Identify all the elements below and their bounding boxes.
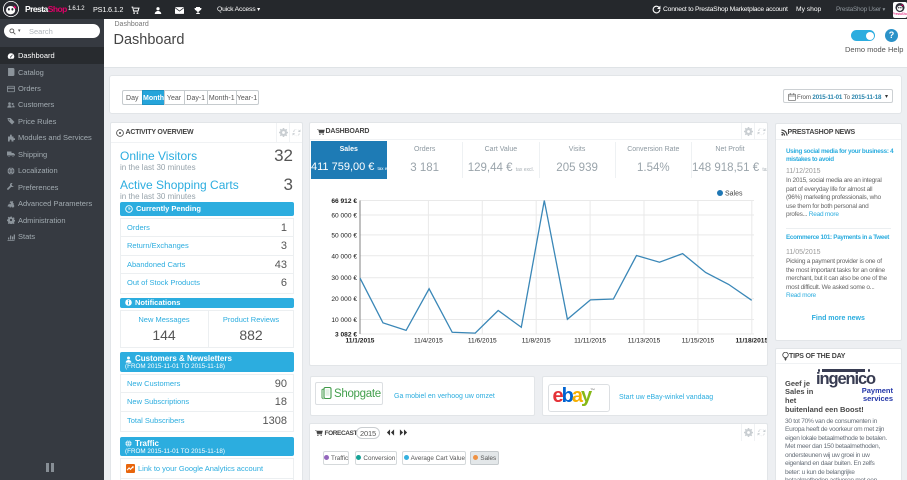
svg-text:11/8/2015: 11/8/2015	[522, 338, 551, 345]
svg-text:11/15/2015: 11/15/2015	[682, 338, 715, 345]
svg-text:11/1/2015: 11/1/2015	[346, 338, 375, 345]
svg-text:11/13/2015: 11/13/2015	[628, 338, 661, 345]
svg-text:60 000 €: 60 000 €	[331, 213, 357, 220]
svg-text:Sales: Sales	[725, 191, 743, 198]
svg-text:20 000 €: 20 000 €	[331, 296, 357, 303]
svg-text:11/11/2015: 11/11/2015	[574, 338, 606, 345]
svg-text:11/18/2015: 11/18/2015	[735, 338, 767, 345]
svg-text:50 000 €: 50 000 €	[331, 232, 357, 239]
svg-text:11/4/2015: 11/4/2015	[414, 338, 443, 345]
svg-text:11/6/2015: 11/6/2015	[468, 338, 497, 345]
svg-text:10 000 €: 10 000 €	[331, 317, 357, 324]
svg-text:40 000 €: 40 000 €	[331, 253, 357, 260]
svg-text:66 912 €: 66 912 €	[331, 198, 357, 205]
svg-text:30 000 €: 30 000 €	[331, 275, 357, 282]
